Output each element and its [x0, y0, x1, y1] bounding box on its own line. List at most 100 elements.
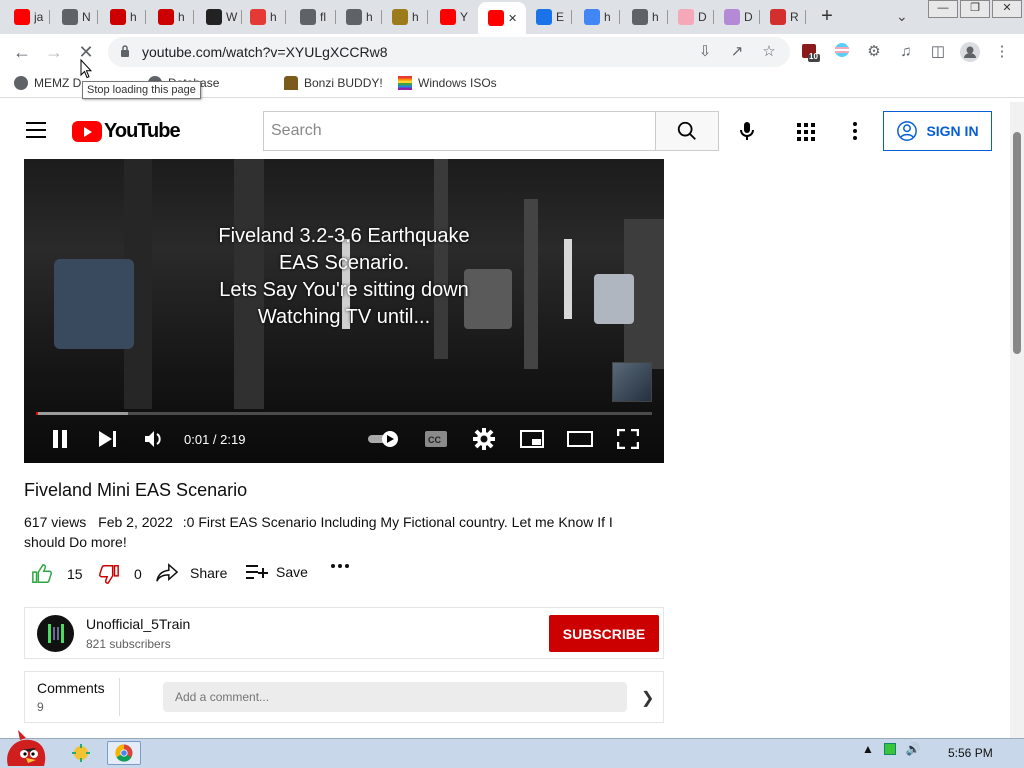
- network-icon[interactable]: [883, 743, 896, 755]
- chrome-taskbar-button[interactable]: [107, 741, 141, 765]
- browser-tab[interactable]: ja: [4, 4, 50, 30]
- comments-count: 9: [37, 700, 44, 714]
- next-icon: [99, 431, 116, 447]
- progress-played: [36, 412, 38, 415]
- upload-date: Feb 2, 2022: [98, 514, 173, 530]
- tab-separator: [97, 10, 98, 24]
- extension-shield-icon[interactable]: 10: [800, 42, 820, 62]
- address-bar[interactable]: youtube.com/watch?v=XYULgXCCRw8 ⇩ ↗ ☆: [108, 37, 790, 67]
- taskbar-clock[interactable]: 5:56 PM: [948, 746, 993, 760]
- more-actions-button[interactable]: [330, 563, 350, 569]
- theater-mode-button[interactable]: [567, 429, 593, 449]
- like-button[interactable]: 15: [31, 563, 83, 585]
- channel-name[interactable]: Unofficial_5Train: [86, 616, 190, 632]
- tab-favicon-icon: [250, 9, 266, 25]
- tab-favicon-icon: [206, 9, 222, 25]
- tab-title: D: [698, 10, 707, 24]
- more-options-icon[interactable]: [851, 121, 859, 141]
- apps-grid-icon[interactable]: [797, 123, 815, 141]
- minimize-button[interactable]: —: [928, 0, 958, 18]
- tab-title: h: [270, 10, 277, 24]
- browser-tab[interactable]: h: [240, 4, 286, 30]
- flag-extension-icon[interactable]: [832, 42, 852, 62]
- pause-button[interactable]: [50, 429, 70, 449]
- system-tray: ▲ 🔊: [862, 742, 921, 756]
- tab-favicon-icon: [110, 9, 126, 25]
- close-window-button[interactable]: ✕: [992, 0, 1022, 18]
- browser-tab[interactable]: E: [526, 4, 572, 30]
- browser-tab[interactable]: h: [336, 4, 382, 30]
- tray-expand-icon[interactable]: ▲: [862, 742, 874, 756]
- volume-tray-icon[interactable]: 🔊: [906, 742, 921, 756]
- browser-tab[interactable]: h: [574, 4, 620, 30]
- hamburger-menu-icon[interactable]: [26, 122, 46, 138]
- sign-in-button[interactable]: SIGN IN: [883, 111, 992, 151]
- share-button[interactable]: Share: [156, 563, 227, 583]
- volume-button[interactable]: [144, 429, 166, 449]
- browser-tab[interactable]: ✕: [478, 2, 526, 34]
- channel-avatar[interactable]: [37, 615, 74, 652]
- browser-tab[interactable]: D: [668, 4, 714, 30]
- bookmark-label: Bonzi BUDDY!: [304, 76, 383, 90]
- browser-tab[interactable]: h: [382, 4, 428, 30]
- browser-tab[interactable]: W: [196, 4, 242, 30]
- bookmark-item[interactable]: MEMZ D: [14, 76, 81, 90]
- system-icon[interactable]: [64, 741, 98, 765]
- chevron-right-icon[interactable]: ❯: [641, 688, 654, 708]
- media-control-icon[interactable]: ♫: [896, 42, 916, 62]
- extensions-puzzle-icon[interactable]: ⚙: [864, 42, 884, 62]
- page-scrollbar[interactable]: [1010, 102, 1024, 738]
- browser-tab[interactable]: h: [622, 4, 668, 30]
- autoplay-toggle[interactable]: [368, 429, 402, 449]
- sign-in-label: SIGN IN: [926, 123, 979, 139]
- video-player[interactable]: Fiveland 3.2-3.6 Earthquake EAS Scenario…: [24, 159, 664, 463]
- tab-favicon-icon: [14, 9, 30, 25]
- search-input[interactable]: [264, 112, 656, 150]
- browser-tab[interactable]: h: [100, 4, 146, 30]
- chrome-menu-icon[interactable]: ⋮: [992, 42, 1012, 62]
- close-tab-icon[interactable]: ✕: [508, 12, 517, 25]
- browser-tab[interactable]: h: [148, 4, 194, 30]
- channel-watermark[interactable]: [612, 362, 652, 402]
- forward-button[interactable]: →: [42, 40, 66, 64]
- youtube-logo[interactable]: YouTube: [72, 120, 181, 143]
- tab-favicon-icon: [770, 9, 786, 25]
- subscribe-button[interactable]: SUBSCRIBE: [549, 615, 659, 652]
- save-button[interactable]: Save: [246, 563, 308, 581]
- tab-title: h: [178, 10, 185, 24]
- share-icon[interactable]: ↗: [728, 43, 746, 61]
- tab-search-icon[interactable]: ⌄: [896, 8, 908, 25]
- mouse-cursor-icon: [80, 59, 92, 79]
- bookmark-item[interactable]: Windows ISOs: [398, 76, 497, 90]
- browser-tab[interactable]: R: [760, 4, 806, 30]
- captions-button[interactable]: CC: [424, 429, 448, 449]
- search-button[interactable]: [655, 111, 719, 151]
- profile-avatar-icon[interactable]: [960, 42, 980, 62]
- scrollbar-thumb[interactable]: [1013, 132, 1021, 354]
- browser-tab[interactable]: D: [714, 4, 760, 30]
- tab-title: h: [652, 10, 659, 24]
- bookmark-star-icon[interactable]: ☆: [760, 43, 778, 61]
- side-panel-icon[interactable]: ◫: [928, 42, 948, 62]
- browser-tab[interactable]: Y: [430, 4, 476, 30]
- new-tab-button[interactable]: +: [816, 5, 838, 27]
- next-button[interactable]: [98, 429, 118, 449]
- window-controls: — ❐ ✕: [926, 0, 1022, 18]
- browser-tab[interactable]: fl: [290, 4, 336, 30]
- back-button[interactable]: ←: [10, 40, 34, 64]
- comments-divider: [119, 678, 120, 716]
- fullscreen-button[interactable]: [617, 429, 639, 449]
- video-progress-bar[interactable]: [36, 412, 652, 415]
- browser-tab[interactable]: N: [52, 4, 98, 30]
- time-display: 0:01 / 2:19: [184, 431, 246, 447]
- bookmark-item[interactable]: Bonzi BUDDY!: [284, 76, 383, 90]
- microphone-icon[interactable]: [735, 119, 759, 143]
- restore-button[interactable]: ❐: [960, 0, 990, 18]
- dislike-button[interactable]: 0: [98, 563, 142, 585]
- tab-title: h: [366, 10, 373, 24]
- miniplayer-button[interactable]: [520, 429, 544, 449]
- comment-input[interactable]: [163, 682, 627, 712]
- start-button-angry-bird-icon[interactable]: [2, 728, 50, 768]
- settings-button[interactable]: [472, 428, 496, 450]
- install-icon[interactable]: ⇩: [696, 43, 714, 61]
